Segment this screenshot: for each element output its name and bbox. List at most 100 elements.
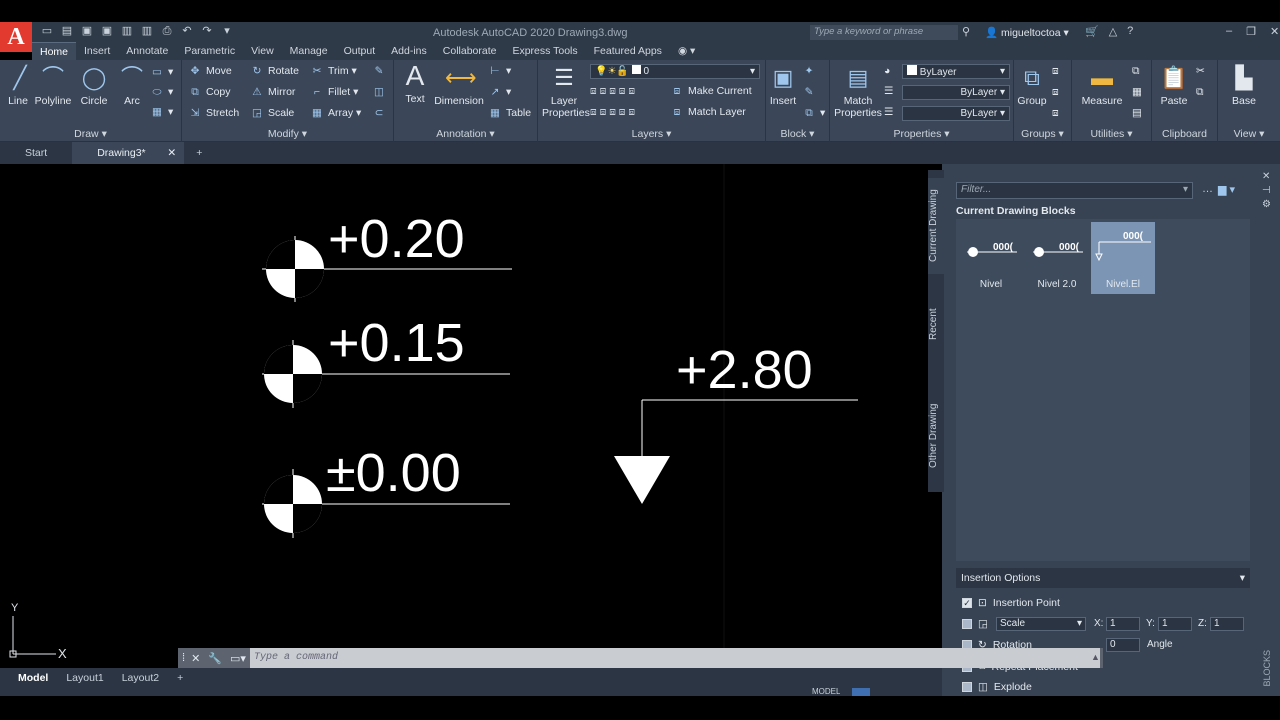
tab-view[interactable]: View xyxy=(243,42,282,60)
drawing-canvas[interactable]: +0.20 +0.15 ±0.00 +2.80 Y X xyxy=(0,164,942,668)
open-icon[interactable]: ▤ xyxy=(60,25,74,38)
offset-button[interactable]: ⊂ xyxy=(372,107,390,119)
palette-close-icon[interactable]: ✕ xyxy=(1262,170,1271,184)
tab-parametric[interactable]: Parametric xyxy=(176,42,243,60)
base-button[interactable]: ▙ Base xyxy=(1226,64,1262,107)
cmd-customize-icon[interactable]: 🔧 xyxy=(208,652,222,665)
cmd-recent-icon[interactable]: ▭▾ xyxy=(230,652,246,665)
ribbon-toggle-icon[interactable]: ◉ ▾ xyxy=(670,42,703,60)
cut-icon[interactable]: ✂ xyxy=(1196,65,1205,77)
layer-tools-row1[interactable]: ⧈ ⧈ ⧈ ⧈ ⧈ xyxy=(590,85,635,98)
erase-button[interactable]: ✎ xyxy=(372,65,390,77)
cmd-history-icon[interactable]: ▲ xyxy=(1091,652,1100,662)
grid-toggle-icon[interactable] xyxy=(852,688,870,696)
save-icon[interactable]: ▣ xyxy=(80,25,94,38)
array-button[interactable]: ▦ Array ▾ xyxy=(310,107,361,119)
level-marker-1[interactable]: +0.20 xyxy=(262,209,512,302)
tab-annotate[interactable]: Annotate xyxy=(118,42,176,60)
tab-express-tools[interactable]: Express Tools xyxy=(504,42,585,60)
leader-button[interactable]: ↗ ▾ xyxy=(488,86,512,98)
make-current-button[interactable]: ⧈ Make Current xyxy=(670,85,752,98)
filter-input[interactable]: Filter... ▾ xyxy=(956,182,1193,199)
explode-button[interactable]: ◫ xyxy=(372,86,390,98)
group-select-icon[interactable]: ⧈ xyxy=(1052,107,1059,120)
close-tab-icon[interactable]: ✕ xyxy=(167,142,176,164)
lineweight-select[interactable]: ByLayer ▾ xyxy=(902,85,1010,100)
new-tab-icon[interactable]: + xyxy=(184,142,214,164)
cmd-grip-icon[interactable]: ⁞ xyxy=(182,652,185,664)
draw-panel-title[interactable]: Draw ▾ xyxy=(0,128,181,140)
stretch-button[interactable]: ⇲ Stretch xyxy=(188,107,240,119)
scale-select[interactable]: Scale ▾ xyxy=(996,617,1086,631)
palette-autohide-icon[interactable]: ⊣ xyxy=(1262,184,1271,198)
layer-tools-row2[interactable]: ⧈ ⧈ ⧈ ⧈ ⧈ xyxy=(590,106,635,119)
line-button[interactable]: ╱ Line xyxy=(6,64,30,107)
block-panel-title[interactable]: Block ▾ xyxy=(766,128,829,140)
mirror-button[interactable]: ⚠ Mirror xyxy=(250,86,295,98)
plot-icon[interactable]: ⎙ xyxy=(160,25,174,38)
palette-more-icon[interactable]: … xyxy=(1202,183,1213,195)
new-icon[interactable]: ▭ xyxy=(40,25,54,38)
trim-button[interactable]: ✂ Trim ▾ xyxy=(310,65,357,77)
tab-other-drawing[interactable]: Other Drawing xyxy=(928,386,944,486)
save-as-icon[interactable]: ▣ xyxy=(100,25,114,38)
groups-panel-title[interactable]: Groups ▾ xyxy=(1014,128,1071,140)
tab-current-drawing[interactable]: Current Drawing xyxy=(928,178,944,274)
ungroup-icon[interactable]: ⧈ xyxy=(1052,65,1059,78)
y-scale-input[interactable]: 1 xyxy=(1158,617,1192,631)
binoculars-icon[interactable]: ⚲ xyxy=(962,25,970,38)
level-marker-3[interactable]: ±0.00 xyxy=(262,443,510,538)
tab-recent[interactable]: Recent xyxy=(928,296,944,352)
cart-icon[interactable]: 🛒 xyxy=(1085,25,1099,38)
tab-output[interactable]: Output xyxy=(336,42,384,60)
rotation-angle-input[interactable]: 0 xyxy=(1106,638,1140,652)
layers-panel-title[interactable]: Layers ▾ xyxy=(538,128,765,140)
lineweight-icon[interactable]: ☰ xyxy=(884,85,893,97)
palette-view-icon[interactable]: ▆ ▾ xyxy=(1218,183,1235,196)
explode-checkbox[interactable] xyxy=(962,682,972,692)
move-button[interactable]: ✥ Move xyxy=(188,65,232,77)
linear-dim-button[interactable]: ⊢ ▾ xyxy=(488,65,511,77)
collapse-icon[interactable]: ▾ xyxy=(1240,572,1245,584)
block-item-nivel[interactable]: 000( Nivel xyxy=(959,222,1023,294)
edit-block-button[interactable]: ✎ xyxy=(802,86,820,98)
insertion-point-checkbox[interactable]: ✓ xyxy=(962,598,972,608)
autocad-logo-icon[interactable]: A xyxy=(0,22,32,52)
paste-button[interactable]: 📋 Paste xyxy=(1158,64,1190,107)
scale-button[interactable]: ◲ Scale xyxy=(250,107,294,119)
hatch-button[interactable]: ⬭ ▾ xyxy=(150,86,174,99)
linetype-icon[interactable]: ☰ xyxy=(884,106,893,118)
tab-home[interactable]: Home xyxy=(32,42,77,60)
tab-layout2[interactable]: Layout2 xyxy=(113,672,168,684)
dimension-button[interactable]: ⟷ Dimension xyxy=(434,64,484,107)
explode-option[interactable]: ◫ Explode xyxy=(962,681,1032,693)
block-attr-button[interactable]: ⧉ ▾ xyxy=(802,107,825,120)
utilities-panel-title[interactable]: Utilities ▾ xyxy=(1072,128,1151,140)
color-select[interactable]: ByLayer ▾ xyxy=(902,64,1010,79)
fillet-button[interactable]: ⌐ Fillet ▾ xyxy=(310,86,358,98)
scale-checkbox[interactable] xyxy=(962,619,972,629)
view-panel-title[interactable]: View ▾ xyxy=(1218,128,1280,140)
restore-icon[interactable]: ❐ xyxy=(1246,25,1256,38)
a360-icon[interactable]: △ xyxy=(1109,25,1117,38)
open-web-icon[interactable]: ▥ xyxy=(120,25,134,38)
match-layer-button[interactable]: ⧈ Match Layer xyxy=(670,106,746,119)
linetype-select[interactable]: ByLayer ▾ xyxy=(902,106,1010,121)
table-button[interactable]: ▦ Table xyxy=(488,107,531,119)
command-input[interactable]: Type a command xyxy=(250,648,1100,668)
hatch-pattern-button[interactable]: ▦ ▾ xyxy=(150,106,173,118)
tab-layout1[interactable]: Layout1 xyxy=(57,672,112,684)
arc-button[interactable]: ⌒ Arc xyxy=(118,64,146,107)
insertion-options-header[interactable]: Insertion Options ▾ xyxy=(956,568,1250,588)
model-space-button[interactable]: MODEL xyxy=(812,688,840,696)
match-properties-button[interactable]: ▤ Match Properties xyxy=(834,64,882,119)
user-account[interactable]: 👤 migueltoctoa ▾ xyxy=(985,26,1069,39)
calculator-icon[interactable]: ▦ xyxy=(1132,86,1142,98)
create-block-button[interactable]: ✦ xyxy=(802,65,820,77)
copy-clip-icon[interactable]: ⧉ xyxy=(1196,86,1204,99)
insert-button[interactable]: ▣ Insert xyxy=(768,64,798,107)
copy-button[interactable]: ⧉ Copy xyxy=(188,86,230,99)
rectangle-button[interactable]: ▭ ▾ xyxy=(150,66,173,78)
properties-panel-title[interactable]: Properties ▾ xyxy=(830,128,1013,140)
level-marker-2[interactable]: +0.15 xyxy=(262,313,510,408)
